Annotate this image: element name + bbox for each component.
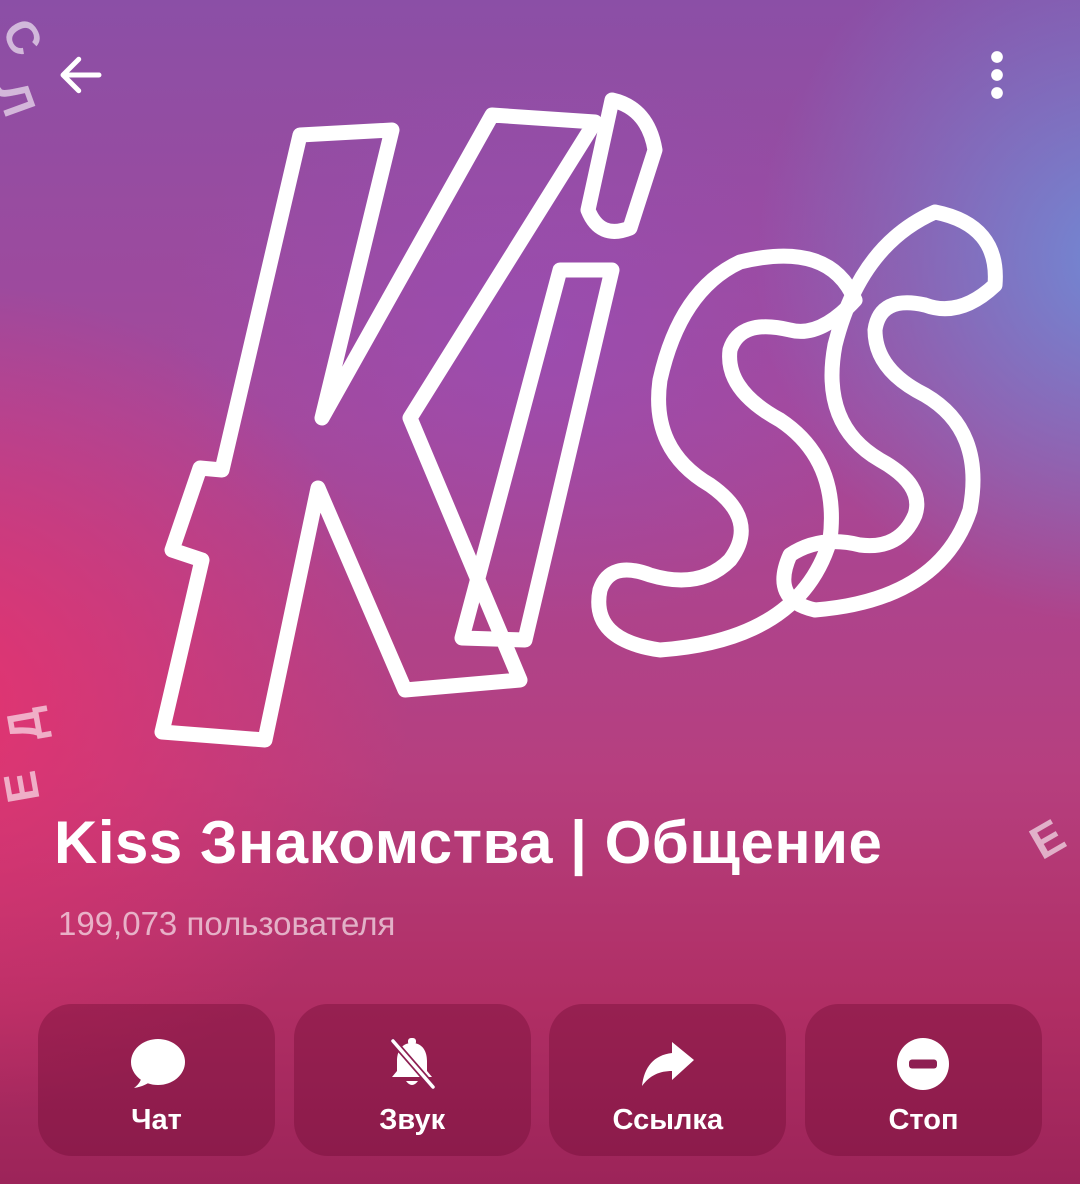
- share-arrow-icon: [636, 1032, 700, 1096]
- action-bar: Чат Звук Ссылка Стоп: [38, 1004, 1042, 1156]
- back-button[interactable]: [46, 40, 116, 110]
- chat-button[interactable]: Чат: [38, 1004, 275, 1156]
- stop-button[interactable]: Стоп: [804, 1004, 1042, 1156]
- chat-label: Чат: [131, 1104, 182, 1136]
- channel-title: Kiss Знакомства | Общение: [54, 809, 883, 876]
- chat-bubble-icon: [125, 1032, 189, 1096]
- stop-label: Стоп: [888, 1104, 959, 1136]
- kiss-logo-image: [154, 92, 1003, 748]
- sound-button[interactable]: Звук: [293, 1004, 531, 1156]
- block-icon: [891, 1032, 955, 1096]
- more-vert-icon: [991, 51, 1003, 99]
- bell-off-icon: [380, 1032, 444, 1096]
- watermark-char: Е: [1021, 808, 1074, 870]
- more-menu-button[interactable]: [962, 40, 1032, 110]
- arrow-left-icon: [60, 56, 102, 94]
- sound-label: Звук: [379, 1104, 446, 1136]
- link-button[interactable]: Ссылка: [549, 1004, 787, 1156]
- link-label: Ссылка: [612, 1104, 724, 1136]
- member-count: 199,073 пользователя: [58, 905, 396, 942]
- channel-profile-screen: С Л Д Е Е Kiss Знакомства | Общение 199,…: [0, 0, 1080, 1184]
